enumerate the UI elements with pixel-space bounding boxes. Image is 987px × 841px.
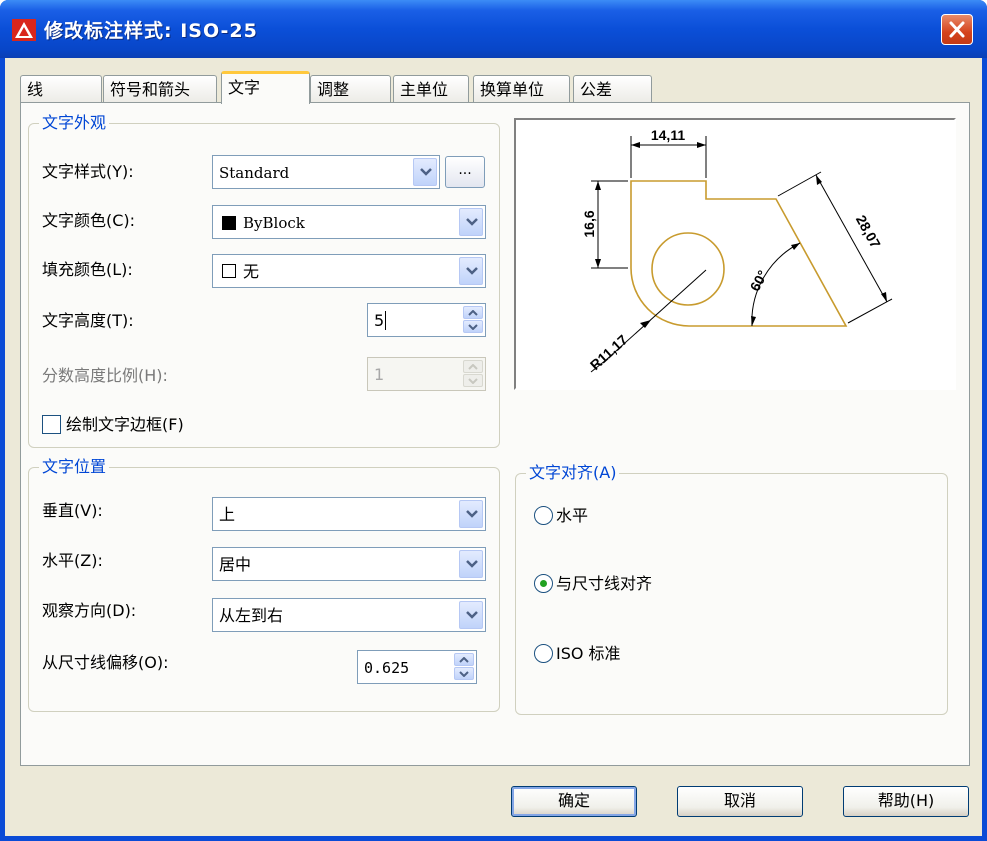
horizontal-value: 居中 bbox=[219, 555, 252, 574]
vertical-select[interactable]: 上 bbox=[212, 497, 486, 531]
text-style-select[interactable]: Standard bbox=[212, 155, 440, 189]
text-style-browse-button[interactable]: ... bbox=[445, 156, 485, 188]
offset-value: 0.625 bbox=[364, 659, 410, 677]
tab-primary-units[interactable]: 主单位 bbox=[393, 75, 469, 103]
view-direction-select[interactable]: 从左到右 bbox=[212, 598, 486, 632]
fill-color-value: 无 bbox=[243, 262, 260, 281]
tab-text[interactable]: 文字 bbox=[221, 71, 310, 104]
offset-down-button[interactable] bbox=[454, 667, 474, 680]
radio-selected-dot bbox=[540, 580, 547, 587]
fill-color-select[interactable]: 无 bbox=[212, 254, 486, 288]
close-button[interactable] bbox=[941, 14, 973, 45]
horizontal-dropdown-button[interactable] bbox=[459, 550, 483, 578]
chevron-down-icon bbox=[466, 267, 478, 275]
ok-button[interactable]: 确定 bbox=[511, 786, 637, 817]
tab-tolerances[interactable]: 公差 bbox=[573, 75, 652, 103]
tab-fit[interactable]: 调整 bbox=[310, 75, 391, 103]
align-iso-standard-label[interactable]: ISO 标准 bbox=[556, 643, 621, 665]
fraction-height-scale-label: 分数高度比例(H): bbox=[42, 366, 168, 385]
align-iso-standard-radio[interactable] bbox=[534, 644, 553, 663]
text-color-select[interactable]: ByBlock bbox=[212, 205, 486, 239]
text-style-dropdown-button[interactable] bbox=[413, 158, 437, 186]
empty-swatch-icon bbox=[222, 264, 236, 278]
offset-up-button[interactable] bbox=[454, 653, 474, 666]
preview-dimensions bbox=[590, 136, 893, 373]
text-height-label: 文字高度(T): bbox=[42, 311, 134, 330]
text-appearance-legend: 文字外观 bbox=[39, 112, 110, 134]
title-bar[interactable]: 修改标注样式: ISO-25 bbox=[0, 0, 987, 58]
draw-frame-checkbox[interactable] bbox=[42, 415, 61, 434]
fraction-up-button[interactable] bbox=[463, 360, 483, 373]
cancel-button[interactable]: 取消 bbox=[677, 786, 803, 817]
preview-arrowheads bbox=[595, 142, 887, 328]
text-placement-legend: 文字位置 bbox=[39, 456, 110, 478]
text-color-value: ByBlock bbox=[243, 214, 305, 232]
fraction-height-scale-spinner[interactable]: 1 bbox=[367, 357, 486, 391]
draw-frame-label[interactable]: 绘制文字边框(F) bbox=[66, 414, 184, 436]
spin-up-icon bbox=[468, 310, 478, 316]
spin-up-icon bbox=[459, 657, 469, 663]
chevron-down-icon bbox=[466, 218, 478, 226]
align-with-dimension-line-radio[interactable] bbox=[534, 574, 553, 593]
vertical-dropdown-button[interactable] bbox=[459, 500, 483, 528]
text-height-down-button[interactable] bbox=[463, 320, 483, 333]
dim-top-label: 14,11 bbox=[651, 127, 685, 143]
text-height-up-button[interactable] bbox=[463, 306, 483, 319]
help-button[interactable]: 帮助(H) bbox=[843, 786, 969, 817]
fraction-height-scale-value: 1 bbox=[374, 365, 385, 384]
text-color-dropdown-button[interactable] bbox=[459, 208, 483, 236]
chevron-down-icon bbox=[466, 560, 478, 568]
offset-label: 从尺寸线偏移(O): bbox=[42, 653, 169, 672]
tab-symbols-arrows[interactable]: 符号和箭头 bbox=[103, 75, 217, 103]
chevron-down-icon bbox=[466, 510, 478, 518]
color-swatch-icon bbox=[222, 216, 236, 230]
align-with-dimension-line-label[interactable]: 与尺寸线对齐 bbox=[556, 573, 652, 595]
text-style-value: Standard bbox=[219, 164, 290, 182]
dim-radius-label: R11,17 bbox=[587, 331, 631, 373]
dialog-window: 修改标注样式: ISO-25 线 符号和箭头 文字 调整 主单位 换算单位 公差… bbox=[0, 0, 987, 841]
text-style-label: 文字样式(Y): bbox=[42, 162, 134, 181]
fill-color-label: 填充颜色(L): bbox=[42, 260, 133, 279]
text-alignment-legend: 文字对齐(A) bbox=[526, 462, 620, 484]
horizontal-label: 水平(Z): bbox=[42, 551, 103, 570]
tab-lines[interactable]: 线 bbox=[20, 75, 102, 103]
dim-left-label: 16,6 bbox=[581, 210, 597, 237]
text-color-label: 文字颜色(C): bbox=[42, 211, 136, 230]
chevron-down-icon bbox=[466, 611, 478, 619]
vertical-value: 上 bbox=[219, 505, 236, 524]
preview-geometry bbox=[630, 180, 848, 327]
text-height-value: 5 bbox=[374, 311, 385, 330]
window-title: 修改标注样式: ISO-25 bbox=[44, 20, 258, 42]
tab-alternate-units[interactable]: 换算单位 bbox=[473, 75, 570, 103]
autocad-logo-icon bbox=[12, 19, 36, 41]
spin-down-icon bbox=[468, 324, 478, 330]
dim-right-label: 28,07 bbox=[853, 212, 884, 251]
vertical-label: 垂直(V): bbox=[42, 501, 103, 520]
spin-down-icon bbox=[459, 671, 469, 677]
chevron-down-icon bbox=[420, 168, 432, 176]
text-height-spinner[interactable]: 5 bbox=[367, 303, 486, 337]
fraction-down-button[interactable] bbox=[463, 374, 483, 387]
offset-spinner[interactable]: 0.625 bbox=[357, 650, 477, 684]
align-horizontal-radio[interactable] bbox=[534, 506, 553, 525]
spin-up-icon bbox=[468, 364, 478, 370]
view-direction-value: 从左到右 bbox=[219, 606, 284, 625]
fill-color-dropdown-button[interactable] bbox=[459, 257, 483, 285]
dimension-preview: 14,11 16,6 28,07 60° R11,17 bbox=[514, 118, 956, 390]
close-icon bbox=[949, 21, 965, 38]
preview-drawing: 14,11 16,6 28,07 60° R11,17 bbox=[581, 127, 893, 373]
horizontal-select[interactable]: 居中 bbox=[212, 547, 486, 581]
spin-down-icon bbox=[468, 378, 478, 384]
text-cursor bbox=[385, 311, 386, 330]
view-direction-dropdown-button[interactable] bbox=[459, 601, 483, 629]
align-horizontal-label[interactable]: 水平 bbox=[556, 505, 588, 527]
view-direction-label: 观察方向(D): bbox=[42, 601, 137, 620]
